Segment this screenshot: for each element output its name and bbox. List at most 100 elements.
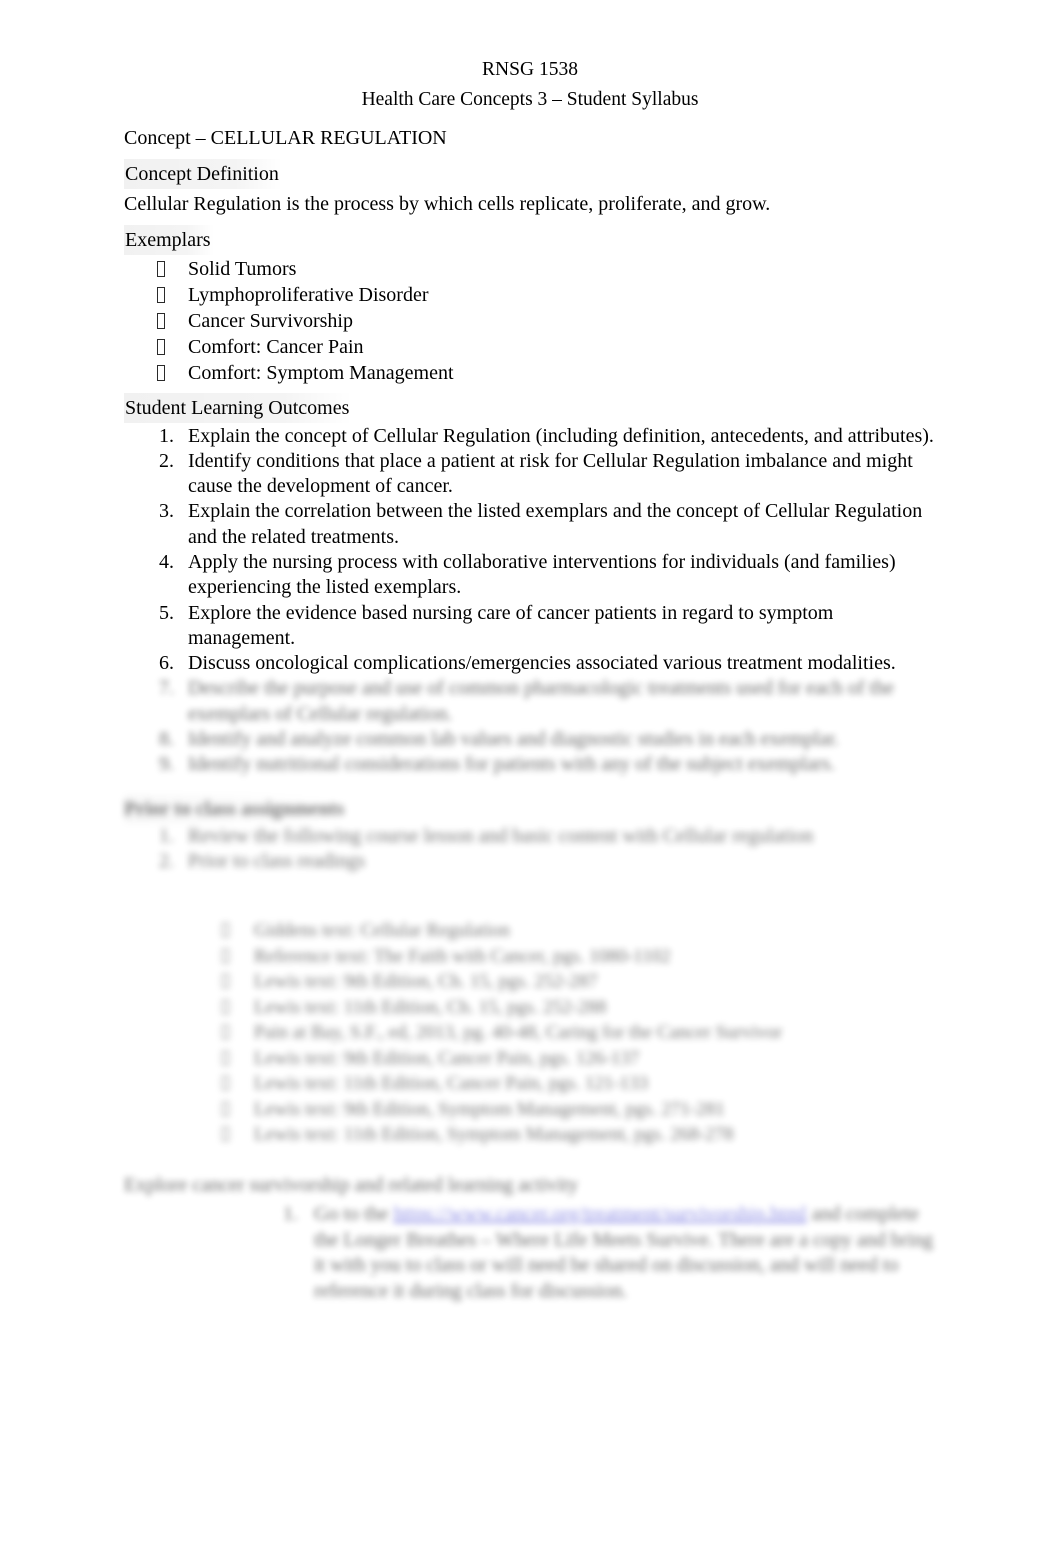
reading-label: Giddens text: Cellular Regulation (254, 920, 510, 942)
list-item: 1. Explain the concept of Cellular Regul… (124, 424, 936, 449)
exemplar-label: Lymphoproliferative Disorder (188, 284, 429, 306)
reading-label: Lewis text: 9th Edition, Cancer Pain, pg… (254, 1047, 640, 1069)
missing-glyph-bullet-icon (157, 313, 165, 329)
list-item: 7. Describe the purpose and use of commo… (124, 676, 936, 727)
missing-glyph-bullet-icon (222, 999, 229, 1014)
prior-to-class-list: 1. Review the following course lesson an… (124, 824, 936, 875)
exemplar-label: Solid Tumors (188, 258, 297, 280)
concept-definition-body: Cellular Regulation is the process by wh… (124, 193, 771, 215)
student-learning-outcomes-heading: Student Learning Outcomes (124, 392, 353, 423)
student-learning-outcomes-heading-row: Student Learning Outcomes (124, 392, 936, 423)
exemplars-list: Solid Tumors Lymphoproliferative Disorde… (124, 257, 936, 387)
list-item-text: Review the following course lesson and b… (188, 824, 814, 847)
document-page: RNSG 1538 Health Care Concepts 3 – Stude… (0, 0, 1062, 1561)
list-item-number: 1. (159, 424, 174, 447)
exemplars-heading: Exemplars (124, 225, 214, 255)
discussion-item: 1. Go to the https://www.cancer.org/treat… (124, 1202, 936, 1305)
readings-spacer (124, 874, 936, 918)
list-item-text: Explore the evidence based nursing care … (188, 601, 834, 649)
list-item-number: 7. (159, 677, 174, 700)
student-learning-outcomes-list: 1. Explain the concept of Cellular Regul… (124, 424, 936, 677)
list-item-number: 3. (159, 500, 174, 523)
list-item: Lymphoproliferative Disorder (124, 283, 936, 309)
list-item-text: Identify and analyze common lab values a… (188, 728, 839, 751)
document-header: RNSG 1538 Health Care Concepts 3 – Stude… (124, 55, 936, 115)
list-item: 6. Discuss oncological complications/eme… (124, 651, 936, 676)
list-item-text: Identify conditions that place a patient… (188, 449, 913, 498)
list-item-text: Describe the purpose and use of common p… (188, 677, 894, 725)
missing-glyph-bullet-icon (222, 948, 229, 963)
missing-glyph-bullet-icon (222, 1101, 229, 1116)
exemplar-label: Comfort: Cancer Pain (188, 336, 364, 358)
list-item-number: 8. (159, 728, 174, 751)
missing-glyph-bullet-icon (157, 365, 165, 381)
list-item: Giddens text: Cellular Regulation (124, 918, 936, 944)
missing-glyph-bullet-icon (157, 287, 165, 303)
list-item: Lewis text: 11th Edition, Symptom Manage… (124, 1122, 936, 1148)
prior-to-class-heading: Prior to class assignments (124, 793, 345, 824)
list-item: Comfort: Symptom Management (124, 361, 936, 387)
exemplar-label: Comfort: Symptom Management (188, 362, 454, 384)
list-item-text: Prior to class readings (188, 849, 366, 872)
list-item: 4. Apply the nursing process with collab… (124, 550, 936, 601)
list-item: Reference text: The Faith with Cancer, p… (124, 944, 936, 970)
list-item: Lewis text: 11th Edition, Ch. 15, pgs. 2… (124, 995, 936, 1021)
discussion-text-before-link: Go to the (314, 1202, 394, 1225)
missing-glyph-bullet-icon (222, 1127, 229, 1142)
discussion-section: Explore cancer survivorship and related … (124, 1170, 936, 1305)
concept-title: Concept – CELLULAR REGULATION (124, 127, 447, 149)
list-item: Lewis text: 11th Edition, Cancer Pain, p… (124, 1071, 936, 1097)
reading-label: Lewis text: 11th Edition, Cancer Pain, p… (254, 1073, 649, 1095)
missing-glyph-bullet-icon (222, 923, 229, 938)
list-item: 2. Identify conditions that place a pati… (124, 449, 936, 500)
list-item-number: 9. (159, 753, 174, 776)
list-item: Pain at Bay, S.F., ed, 2013, pg. 40-48, … (124, 1020, 936, 1046)
list-item-text: Discuss oncological complications/emerge… (188, 652, 896, 675)
list-item: 3. Explain the correlation between the l… (124, 499, 936, 550)
exemplars-heading-row: Exemplars (124, 225, 936, 255)
list-item: 5. Explore the evidence based nursing ca… (124, 601, 936, 652)
reading-label: Lewis text: 11th Edition, Ch. 15, pgs. 2… (254, 996, 607, 1018)
readings-list: Giddens text: Cellular Regulation Refere… (124, 918, 936, 1148)
list-item-text: Apply the nursing process with collabora… (188, 550, 896, 599)
list-item: 9. Identify nutritional considerations f… (124, 752, 936, 777)
document-content: RNSG 1538 Health Care Concepts 3 – Stude… (124, 55, 936, 1305)
missing-glyph-bullet-icon (222, 1025, 229, 1040)
missing-glyph-bullet-icon (222, 1050, 229, 1065)
list-item: 1. Review the following course lesson an… (124, 824, 936, 849)
redacted-outcomes-list: 7. Describe the purpose and use of commo… (124, 676, 936, 777)
list-item: Lewis text: 9th Edition, Cancer Pain, pg… (124, 1046, 936, 1072)
concept-definition-heading: Concept Definition (124, 159, 282, 189)
exemplar-label: Cancer Survivorship (188, 310, 353, 332)
list-item-text: Identify nutritional considerations for … (188, 753, 836, 776)
concept-definition-heading-row: Concept Definition (124, 159, 936, 189)
list-item: Cancer Survivorship (124, 309, 936, 335)
missing-glyph-bullet-icon (157, 339, 165, 355)
list-item: Solid Tumors (124, 257, 936, 283)
list-item: Comfort: Cancer Pain (124, 335, 936, 361)
missing-glyph-bullet-icon (157, 261, 165, 277)
list-item-number: 1. (283, 1202, 298, 1225)
list-item: Lewis text: 9th Edition, Ch. 15, pgs. 25… (124, 969, 936, 995)
survivorship-link[interactable]: https://www.cancer.org/treatment/survivo… (393, 1203, 806, 1225)
list-item-number: 2. (159, 849, 174, 872)
list-item-number: 2. (159, 449, 174, 472)
list-item: Lewis text: 9th Edition, Symptom Managem… (124, 1097, 936, 1123)
reading-label: Pain at Bay, S.F., ed, 2013, pg. 40-48, … (254, 1022, 783, 1044)
missing-glyph-bullet-icon (222, 974, 229, 989)
list-item-number: 4. (159, 550, 174, 573)
reading-label: Lewis text: 11th Edition, Symptom Manage… (254, 1124, 734, 1146)
discussion-heading: Explore cancer survivorship and related … (124, 1173, 579, 1196)
list-item-text: Explain the concept of Cellular Regulati… (188, 424, 934, 447)
missing-glyph-bullet-icon (222, 1076, 229, 1091)
course-title: Health Care Concepts 3 – Student Syllabu… (361, 89, 699, 110)
course-code: RNSG 1538 (482, 59, 578, 80)
list-item-text: Explain the correlation between the list… (188, 500, 923, 548)
list-item-number: 6. (159, 652, 174, 675)
list-item-number: 5. (159, 601, 174, 624)
list-item: 2. Prior to class readings (124, 849, 936, 874)
reading-label: Reference text: The Faith with Cancer, p… (254, 945, 671, 967)
list-item: 8. Identify and analyze common lab value… (124, 727, 936, 752)
reading-label: Lewis text: 9th Edition, Ch. 15, pgs. 25… (254, 971, 598, 993)
reading-label: Lewis text: 9th Edition, Symptom Managem… (254, 1098, 725, 1120)
